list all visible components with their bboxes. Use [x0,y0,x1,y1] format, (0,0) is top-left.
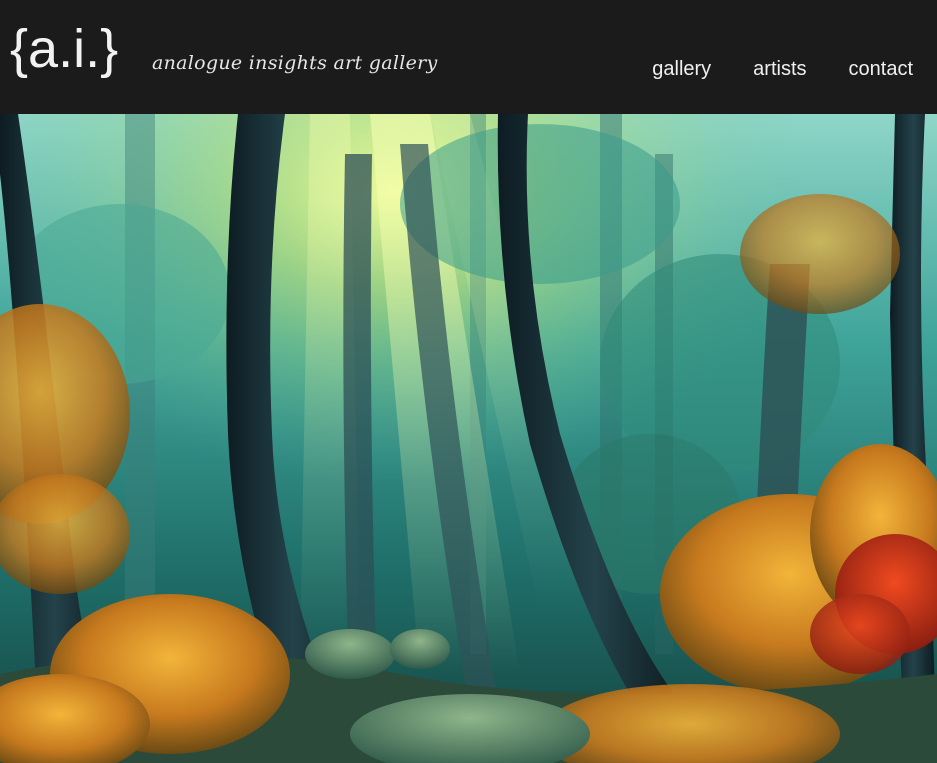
site-logo[interactable]: {a.i.} [10,16,118,82]
nav-artists-link[interactable]: artists [753,58,806,81]
main-nav: gallery artists contact [652,58,913,81]
site-header: {a.i.} analogue insights art gallery gal… [0,0,937,114]
nav-gallery-link[interactable]: gallery [652,58,711,81]
site-tagline: analogue insights art gallery [152,52,438,74]
nav-contact-link[interactable]: contact [849,58,913,81]
hero-image [0,114,937,763]
